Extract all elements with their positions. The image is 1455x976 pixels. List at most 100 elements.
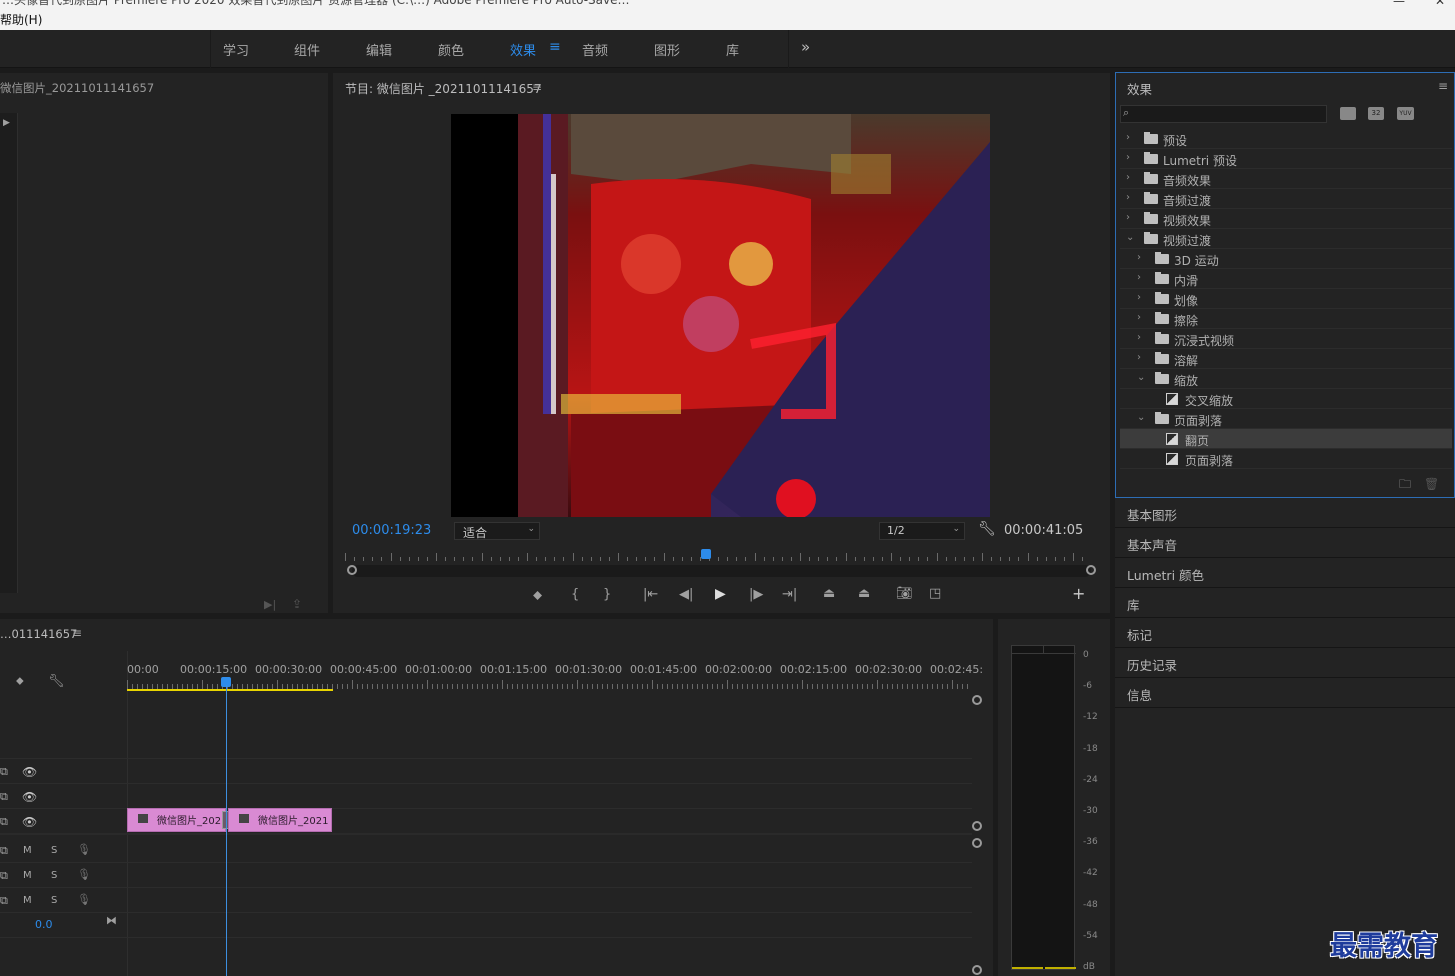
sequence-tab[interactable]: …011141657 [0,627,77,641]
export-icon[interactable]: ⇪ [292,598,302,610]
chevron-right-icon[interactable]: › [1137,252,1141,263]
new-bin-icon[interactable]: 🗀︎ [1399,478,1411,490]
workspace-audio[interactable]: 音频 [582,40,608,59]
source-title[interactable]: 微信图片_20211011141657 [0,80,154,96]
sync-lock-icon[interactable]: ⧉ [0,844,8,858]
chevron-right-icon[interactable]: › [1126,192,1130,203]
go-to-in-icon[interactable]: |⇤ [643,588,658,601]
effect-folder[interactable]: › 音频效果 [1120,169,1452,189]
yuv-icon[interactable]: YUV [1397,107,1414,120]
minimize-icon[interactable]: — [1393,0,1405,8]
compare-view-icon[interactable]: ◳ [929,587,941,600]
32bit-icon[interactable]: 32 [1368,107,1384,120]
solo-button[interactable]: S [51,895,57,906]
resolution-dropdown[interactable]: 1/2 ⌄ [879,522,965,540]
sync-lock-icon[interactable]: ⧉ [0,869,8,883]
workspace-assembly[interactable]: 组件 [294,40,320,59]
mark-out-icon[interactable]: } [603,588,611,601]
mute-button[interactable]: M [23,845,32,856]
chevron-right-icon[interactable]: › [1137,332,1141,343]
program-title[interactable]: 节目: 微信图片 _20211011141657 [345,80,542,97]
workspace-learn[interactable]: 学习 [223,40,249,59]
effect-item[interactable]: 翻页 [1120,429,1452,449]
sync-lock-icon[interactable]: ⧉ [0,765,8,779]
chevron-right-icon[interactable]: › [1137,272,1141,283]
go-to-out-icon[interactable]: ⇥| [782,588,797,601]
extract-icon[interactable]: ⏏ [858,587,870,600]
effect-folder[interactable]: ⌄ 视频过渡 [1120,229,1452,249]
chevron-right-icon[interactable]: › [1137,292,1141,303]
chevron-down-icon[interactable]: ⌄ [1137,372,1145,383]
insert-icon[interactable]: ▶| [264,599,276,610]
effect-folder[interactable]: ⌄ 缩放 [1120,369,1452,389]
add-marker-icon[interactable]: ⬥ [533,589,542,602]
fit-dropdown[interactable]: 适合 ⌄ [454,522,540,540]
solo-button[interactable]: S [51,870,57,881]
chevron-right-icon[interactable]: › [1126,212,1130,223]
eye-icon[interactable]: 👁︎ [22,765,37,779]
panel-essential-graphics[interactable]: 基本图形 [1115,498,1455,528]
timeline-playhead-line[interactable] [226,685,227,976]
workspace-editing[interactable]: 编辑 [366,40,392,59]
microphone-icon[interactable]: 🎙︎ [77,868,91,881]
playhead-timecode[interactable]: 00:00:19:23 [352,523,431,538]
effect-folder[interactable]: ⌄ 页面剥落 [1120,409,1452,429]
wrench-icon[interactable]: 🔧︎ [978,522,996,536]
solo-button[interactable]: S [51,845,57,856]
panel-menu-icon[interactable]: ≡ [532,81,542,93]
master-volume-value[interactable]: 0.0 [35,918,53,931]
chevron-down-icon[interactable]: ⌄ [1126,232,1134,243]
effect-folder[interactable]: › 视频效果 [1120,209,1452,229]
delete-icon[interactable]: 🗑︎ [1424,478,1439,490]
effect-folder[interactable]: › 预设 [1120,129,1452,149]
work-area-bar[interactable] [127,689,333,691]
step-back-icon[interactable]: ◀| [679,588,693,601]
workspace-graphics[interactable]: 图形 [654,40,680,59]
mark-in-icon[interactable]: { [571,588,579,601]
more-workspaces-icon[interactable]: » [801,38,810,56]
workspace-libraries[interactable]: 库 [726,40,739,59]
camera-icon[interactable]: 📷︎ [896,587,913,600]
step-forward-icon[interactable]: |▶ [749,588,763,601]
chevron-right-icon[interactable]: › [1137,312,1141,323]
add-marker-icon[interactable]: ⬥ [16,675,24,686]
play-icon[interactable]: ▶ [715,587,726,601]
video-frame[interactable] [451,114,990,517]
workspace-menu-icon[interactable]: ≡ [549,39,561,55]
clip[interactable]: 微信图片_2021 [228,808,332,832]
add-button-icon[interactable]: + [1072,586,1085,602]
accelerated-effects-icon[interactable] [1340,107,1356,120]
workspace-effects[interactable]: 效果 [510,40,536,59]
zoom-scrollbar[interactable] [347,565,1096,577]
eye-icon[interactable]: 👁︎ [22,815,37,829]
chevron-right-icon[interactable]: › [1126,152,1130,163]
panel-markers[interactable]: 标记 [1115,618,1455,648]
sync-lock-icon[interactable]: ⧉ [0,894,8,908]
clip[interactable]: 微信图片_202 [127,808,226,832]
effect-item[interactable]: 页面剥落 [1120,449,1452,469]
master-end-icon[interactable]: ⧓ [106,915,117,926]
effect-folder[interactable]: › 沉浸式视频 [1120,329,1452,349]
effect-folder[interactable]: › Lumetri 预设 [1120,149,1452,169]
effect-folder[interactable]: › 溶解 [1120,349,1452,369]
vertical-scrollbar[interactable] [972,695,982,975]
timeline-settings-icon[interactable]: 🔧︎ [48,675,65,688]
mute-button[interactable]: M [23,895,32,906]
microphone-icon[interactable]: 🎙︎ [77,893,91,906]
sync-lock-icon[interactable]: ⧉ [0,790,8,804]
effect-folder[interactable]: › 划像 [1120,289,1452,309]
mute-button[interactable]: M [23,870,32,881]
effects-search-input[interactable]: ⌕ [1120,105,1327,123]
lift-icon[interactable]: ⏏ [823,587,835,600]
effect-folder[interactable]: › 音频过渡 [1120,189,1452,209]
chevron-down-icon[interactable]: ⌄ [1137,412,1145,423]
panel-menu-icon[interactable]: ≡ [72,627,82,639]
workspace-color[interactable]: 颜色 [438,40,464,59]
close-icon[interactable]: ✕ [1435,0,1445,8]
program-ruler[interactable] [345,551,1100,563]
chevron-right-icon[interactable]: › [1126,172,1130,183]
effect-folder[interactable]: › 3D 运动 [1120,249,1452,269]
effect-folder[interactable]: › 内滑 [1120,269,1452,289]
effect-item[interactable]: 交叉缩放 [1120,389,1452,409]
chevron-right-icon[interactable]: › [1126,132,1130,143]
